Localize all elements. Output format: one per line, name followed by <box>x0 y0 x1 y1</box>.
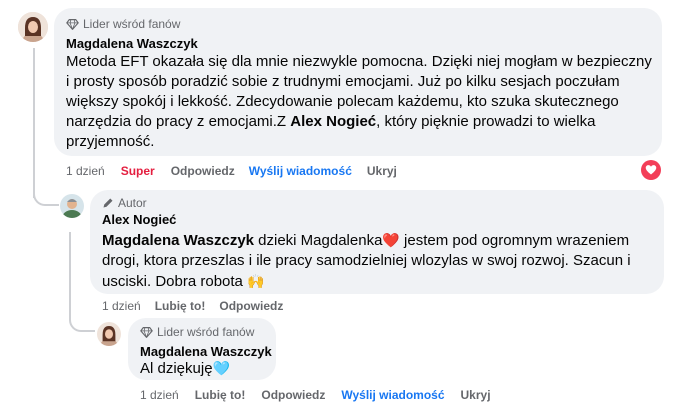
like-button[interactable]: Lubię to! <box>195 388 246 402</box>
reaction-super-button[interactable]: Super <box>121 164 155 178</box>
badge-label: Autor <box>118 196 147 210</box>
send-message-button[interactable]: Wyślij wiadomość <box>249 164 352 178</box>
red-heart-emoji: ❤️ <box>382 232 400 248</box>
mention-link[interactable]: Magdalena Waszczyk <box>102 232 254 249</box>
hide-button[interactable]: Ukryj <box>461 388 491 402</box>
author-badge: Autor <box>102 196 147 210</box>
mention-link[interactable]: Alex Nogieć <box>290 113 376 130</box>
comment-actions: 1 dzień Super Odpowiedz Wyślij wiadomość… <box>66 164 397 178</box>
hide-button[interactable]: Ukryj <box>367 164 397 178</box>
comment-time[interactable]: 1 dzień <box>66 164 105 178</box>
comment-author[interactable]: Magdalena Waszczyk <box>140 344 272 359</box>
comment-text: Magdalena Waszczyk dzieki Magdalenka❤️ j… <box>102 232 631 290</box>
diamond-icon <box>140 326 153 338</box>
badge-label: Lider wśród fanów <box>83 17 181 31</box>
send-message-button[interactable]: Wyślij wiadomość <box>341 388 444 402</box>
avatar-alex[interactable] <box>60 194 84 218</box>
diamond-icon <box>66 18 79 30</box>
comment-author[interactable]: Magdalena Waszczyk <box>66 36 198 51</box>
avatar-magdalena[interactable] <box>18 12 48 42</box>
comment-time[interactable]: 1 dzień <box>102 299 141 313</box>
reply-button[interactable]: Odpowiedz <box>171 164 235 178</box>
fan-leader-badge: Lider wśród fanów <box>140 325 254 339</box>
comment-actions: 1 dzień Lubię to! Odpowiedz <box>102 299 283 313</box>
avatar-magdalena[interactable] <box>97 322 121 346</box>
like-button[interactable]: Lubię to! <box>155 299 206 313</box>
thread-connector-reply-1 <box>33 150 59 206</box>
pencil-icon <box>103 198 113 208</box>
raised-hands-emoji: 🙌 <box>247 273 265 289</box>
fan-leader-badge: Lider wśród fanów <box>66 17 180 31</box>
comment-time[interactable]: 1 dzień <box>140 388 179 402</box>
light-blue-heart-emoji: 🩵 <box>212 360 230 376</box>
reply-button[interactable]: Odpowiedz <box>261 388 325 402</box>
heart-icon[interactable] <box>641 160 661 180</box>
badge-label: Lider wśród fanów <box>157 325 255 339</box>
comment-author[interactable]: Alex Nogieć <box>102 212 176 227</box>
comment-text: Al dziękuję🩵 <box>140 360 230 377</box>
reply-button[interactable]: Odpowiedz <box>219 299 283 313</box>
comment-actions: 1 dzień Lubię to! Odpowiedz Wyślij wiado… <box>140 388 491 402</box>
comment-text: Metoda EFT okazała się dla mnie niezwykl… <box>66 53 652 150</box>
